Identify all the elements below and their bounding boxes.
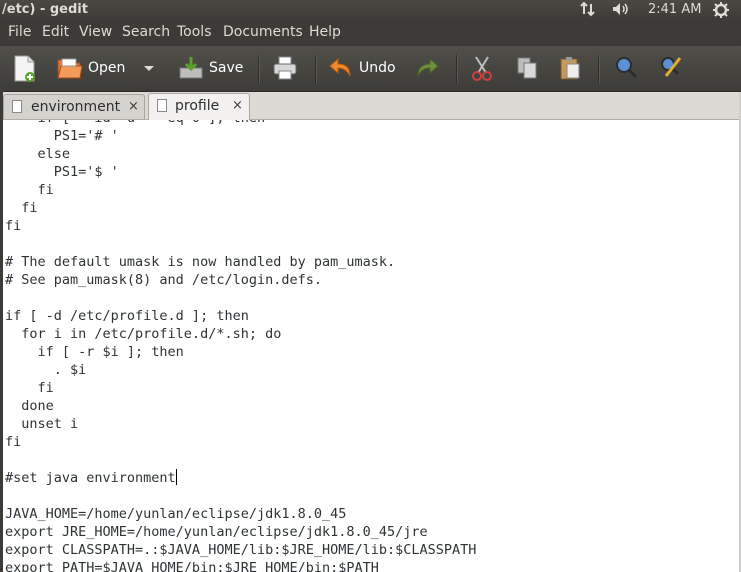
redo-icon: [417, 57, 439, 77]
toolbar-separator: [315, 55, 317, 83]
top-panel: /etc) - gedit 2:41 AM: [0, 0, 741, 20]
toolbar: Open Save Undo: [0, 46, 741, 92]
close-icon[interactable]: ×: [232, 98, 243, 113]
cut-button[interactable]: [470, 54, 496, 84]
menu-help[interactable]: Help: [309, 24, 341, 40]
window-title: /etc) - gedit: [2, 2, 88, 17]
tab-profile[interactable]: profile ×: [148, 93, 250, 120]
code-line[interactable]: done: [5, 397, 54, 415]
menu-search[interactable]: Search: [122, 24, 170, 40]
code-line[interactable]: if [ "`id -u`" -eq 0 ]; then: [5, 120, 266, 127]
tab-label: environment: [31, 99, 121, 115]
new-document-button[interactable]: [12, 54, 42, 84]
chevron-down-icon: [144, 66, 154, 71]
speaker-icon[interactable]: [611, 1, 633, 21]
code-line[interactable]: if [ -r $i ]; then: [5, 343, 184, 361]
document-icon: [157, 99, 167, 112]
open-button[interactable]: Open: [56, 54, 126, 84]
document-icon: [12, 100, 22, 113]
new-document-icon: [14, 55, 35, 82]
code-line[interactable]: fi: [5, 217, 21, 235]
tab-label: profile: [175, 98, 220, 114]
code-line[interactable]: if [ -d /etc/profile.d ]; then: [5, 307, 249, 325]
tab-bar: environment × profile ×: [0, 92, 741, 120]
clipboard-icon: [560, 57, 580, 80]
menu-view[interactable]: View: [79, 24, 112, 40]
code-line[interactable]: fi: [5, 433, 21, 451]
code-line[interactable]: #set java environment: [5, 469, 177, 487]
open-label: Open: [88, 60, 126, 76]
copy-icon: [517, 57, 537, 79]
paste-button[interactable]: [558, 54, 584, 84]
undo-icon: [329, 57, 351, 77]
code-line[interactable]: unset i: [5, 415, 78, 433]
redo-button[interactable]: [414, 54, 442, 84]
code-line[interactable]: else: [5, 145, 71, 163]
text-editor[interactable]: if [ "`id -u`" -eq 0 ]; then PS1='# ' el…: [0, 120, 741, 572]
tab-environment[interactable]: environment ×: [3, 94, 145, 119]
save-icon: [179, 57, 203, 79]
close-icon[interactable]: ×: [128, 99, 139, 114]
code-line[interactable]: # See pam_umask(8) and /etc/login.defs.: [5, 271, 322, 289]
find-button[interactable]: [613, 54, 641, 84]
toolbar-separator: [456, 55, 458, 83]
code-line[interactable]: for i in /etc/profile.d/*.sh; do: [5, 325, 281, 343]
copy-button[interactable]: [515, 54, 541, 84]
menu-bar: File Edit View Search Tools Documents He…: [0, 20, 741, 46]
printer-icon: [273, 56, 297, 80]
code-line[interactable]: fi: [5, 379, 54, 397]
undo-label: Undo: [359, 60, 396, 76]
save-button[interactable]: Save: [178, 54, 244, 84]
folder-open-icon: [57, 58, 83, 79]
code-line[interactable]: fi: [5, 181, 54, 199]
network-transfer-icon[interactable]: [580, 1, 596, 21]
search-icon: [616, 57, 638, 79]
code-line[interactable]: PS1='$ ': [5, 163, 119, 181]
find-replace-button[interactable]: [658, 54, 686, 84]
print-button[interactable]: [272, 54, 300, 84]
toolbar-separator: [258, 55, 260, 83]
toolbar-separator: [598, 55, 600, 83]
menu-file[interactable]: File: [8, 24, 31, 40]
undo-button[interactable]: Undo: [328, 54, 398, 84]
code-line[interactable]: export JRE_HOME=/home/yunlan/eclipse/jdk…: [5, 523, 428, 541]
save-label: Save: [209, 60, 244, 76]
code-line[interactable]: fi: [5, 199, 37, 217]
code-line[interactable]: export PATH=$JAVA_HOME/bin:$JRE_HOME/bin…: [5, 559, 379, 572]
code-line[interactable]: PS1='# ': [5, 127, 119, 145]
menu-documents[interactable]: Documents: [223, 24, 303, 40]
text-cursor: [175, 469, 177, 485]
open-recent-dropdown[interactable]: [142, 54, 160, 84]
window-edge: [0, 91, 3, 572]
code-line[interactable]: . $i: [5, 361, 87, 379]
code-line[interactable]: JAVA_HOME=/home/yunlan/eclipse/jdk1.8.0_…: [5, 505, 346, 523]
menu-tools[interactable]: Tools: [177, 24, 212, 40]
scissors-icon: [472, 56, 492, 81]
find-replace-icon: [661, 57, 682, 77]
code-line[interactable]: # The default umask is now handled by pa…: [5, 253, 395, 271]
code-line[interactable]: export CLASSPATH=.:$JAVA_HOME/lib:$JRE_H…: [5, 541, 476, 559]
clock[interactable]: 2:41 AM: [648, 2, 701, 17]
menu-edit[interactable]: Edit: [42, 24, 69, 40]
